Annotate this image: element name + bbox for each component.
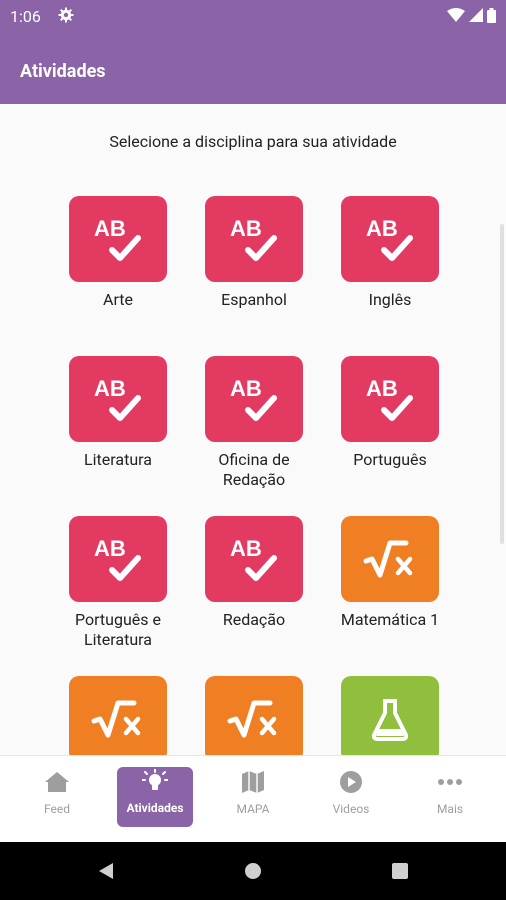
svg-text:AB: AB (230, 376, 262, 401)
ab-check-icon: AB (205, 356, 303, 442)
status-time: 1:06 (10, 7, 41, 26)
more-dots-icon (438, 779, 462, 785)
subject-label: Matemática 1 (340, 610, 440, 629)
lightbulb-icon (142, 769, 168, 790)
svg-text:AB: AB (366, 216, 398, 241)
gear-icon (58, 7, 74, 23)
ab-check-icon: AB (205, 196, 303, 282)
svg-text:AB: AB (230, 536, 262, 561)
app-bar: Atividades (0, 33, 506, 104)
system-indicators (447, 7, 496, 23)
nav-item-feed[interactable]: Feed (17, 768, 97, 828)
svg-text:AB: AB (366, 376, 398, 401)
play-circle-icon (340, 771, 362, 793)
subject-tile[interactable]: AB Português e Literatura (68, 516, 168, 650)
sqrt-x-icon (205, 676, 303, 755)
nav-label: Videos (332, 802, 370, 816)
subject-label: Arte (103, 290, 133, 309)
nav-label: MAPA (236, 802, 270, 816)
ab-check-icon: AB (69, 356, 167, 442)
ab-check-icon: AB (341, 196, 439, 282)
ab-check-icon: AB (341, 356, 439, 442)
svg-text:AB: AB (230, 216, 262, 241)
subject-tile[interactable]: AB Inglês (340, 196, 440, 310)
signal-icon (469, 8, 483, 22)
subject-label: Oficina de Redação (218, 450, 290, 489)
wifi-icon (447, 8, 465, 22)
bottom-nav: Feed Atividades MAPA Videos Mais (0, 755, 506, 842)
map-icon (242, 771, 264, 793)
nav-item-mapa[interactable]: MAPA (213, 768, 293, 828)
ab-check-icon: AB (69, 516, 167, 602)
subject-tile[interactable]: AB Literatura (68, 356, 168, 470)
subject-label: Redação (222, 610, 286, 629)
svg-text:AB: AB (94, 216, 126, 241)
subject-tile[interactable]: AB Redação (204, 516, 304, 630)
subject-label: Literatura (84, 450, 152, 469)
nav-label: Mais (436, 802, 464, 816)
nav-label: Atividades (126, 801, 184, 815)
page-title: Atividades (20, 61, 106, 82)
nav-label: Feed (43, 802, 70, 816)
instruction-text: Selecione a disciplina para sua atividad… (109, 132, 397, 151)
ab-check-icon: AB (205, 516, 303, 602)
scrollbar[interactable] (500, 224, 504, 544)
sqrt-x-icon (341, 516, 439, 602)
subject-tile[interactable] (204, 676, 304, 755)
flask-icon (341, 676, 439, 755)
battery-icon (487, 7, 496, 23)
subject-tile[interactable]: AB Português (340, 356, 440, 470)
subject-tile[interactable]: AB Oficina de Redação (204, 356, 304, 490)
system-nav-bar (0, 842, 506, 900)
subject-label: Português e Literatura (75, 610, 161, 649)
nav-item-atividades[interactable]: Atividades (117, 767, 193, 827)
recents-icon[interactable] (391, 862, 409, 880)
subject-tile[interactable] (340, 676, 440, 755)
home-button-icon[interactable] (244, 862, 262, 880)
subject-tile[interactable] (68, 676, 168, 755)
nav-item-mais[interactable]: Mais (410, 768, 490, 828)
subject-tile[interactable]: AB Espanhol (204, 196, 304, 310)
nav-item-videos[interactable]: Videos (311, 768, 391, 828)
back-icon[interactable] (97, 862, 115, 880)
svg-text:AB: AB (94, 376, 126, 401)
subject-tile[interactable]: AB Arte (68, 196, 168, 310)
subject-grid-container[interactable]: Selecione a disciplina para sua atividad… (0, 104, 506, 755)
home-icon (45, 772, 69, 792)
subject-label: Espanhol (221, 290, 287, 309)
sqrt-x-icon (69, 676, 167, 755)
subject-label: Inglês (368, 290, 412, 309)
subject-label: Português (353, 450, 427, 469)
svg-text:AB: AB (94, 536, 126, 561)
status-bar: 1:06 (0, 0, 506, 33)
subject-tile[interactable]: Matemática 1 (340, 516, 440, 630)
ab-check-icon: AB (69, 196, 167, 282)
